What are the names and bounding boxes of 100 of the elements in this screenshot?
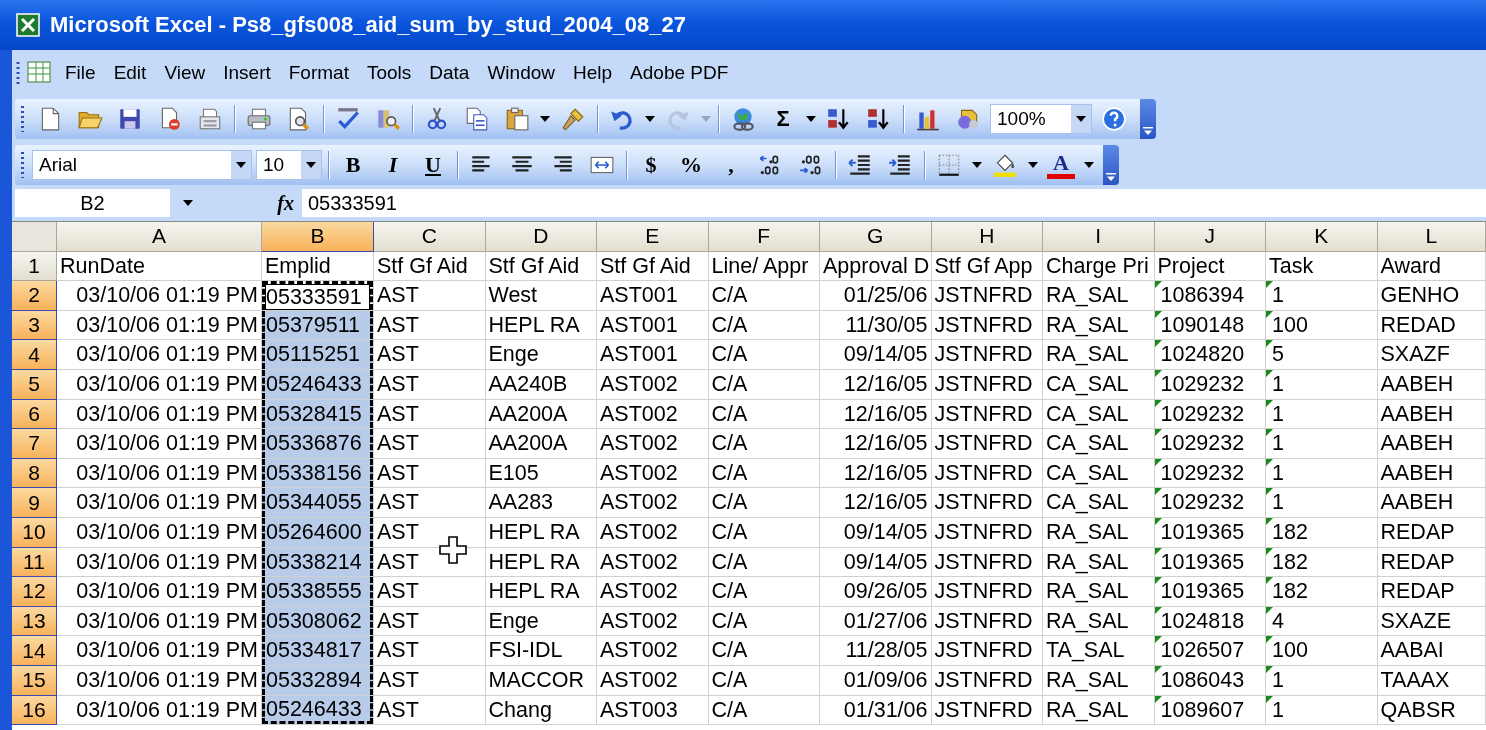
underline-button[interactable]: U [413,146,453,184]
column-header[interactable]: C [374,222,486,252]
error-indicator-icon[interactable] [1154,547,1162,555]
toolbar-options-button[interactable] [1103,145,1119,185]
menu-item[interactable]: Window [478,58,564,88]
error-indicator-icon[interactable] [1266,399,1273,407]
row-header[interactable]: 11 [12,547,57,578]
row-header[interactable]: 9 [12,488,57,518]
print-icon[interactable] [246,106,272,132]
toolbar-grip[interactable] [21,106,24,132]
font-size-dropdown[interactable]: 10 [256,150,322,180]
row-header[interactable]: 14 [12,636,57,666]
column-header[interactable]: A [57,222,262,252]
error-indicator-icon[interactable] [1266,577,1273,585]
row-header[interactable]: 2 [12,281,57,311]
error-indicator-icon[interactable] [1154,369,1162,377]
menu-item[interactable]: Insert [214,58,280,88]
error-indicator-icon[interactable] [1154,695,1162,703]
font-color-button[interactable]: A [1041,146,1081,184]
toolbar-grip[interactable] [21,152,24,178]
row-header[interactable]: 8 [12,458,57,489]
caret-icon[interactable] [972,162,982,168]
borders-icon[interactable] [936,152,962,178]
column-header[interactable]: K [1266,222,1378,252]
caret-icon[interactable] [645,116,655,122]
error-indicator-icon[interactable] [1154,517,1162,525]
globe-link-icon[interactable] [730,106,756,132]
error-indicator-icon[interactable] [1266,281,1273,289]
error-indicator-icon[interactable] [1154,636,1162,644]
caret-icon[interactable] [1028,162,1038,168]
error-indicator-icon[interactable] [1266,429,1273,437]
menu-item[interactable]: Format [279,58,358,88]
caret-icon[interactable] [183,200,193,206]
error-indicator-icon[interactable] [1266,310,1273,318]
menu-item[interactable]: Adobe PDF [621,58,738,88]
row-header[interactable]: 1 [12,251,57,282]
error-indicator-icon[interactable] [1266,606,1273,614]
comma-style-button[interactable]: , [711,146,751,184]
error-indicator-icon[interactable] [1266,665,1273,673]
clipboard-icon[interactable] [504,106,530,132]
error-indicator-icon[interactable] [1154,458,1162,466]
row-header[interactable]: 4 [12,340,57,370]
insert-function-label[interactable]: fx [206,191,302,215]
error-indicator-icon[interactable] [1266,458,1273,466]
row-header[interactable]: 10 [12,517,57,548]
column-header[interactable]: G [820,222,932,252]
error-indicator-icon[interactable] [1266,369,1273,377]
error-indicator-icon[interactable] [1154,665,1162,673]
column-header[interactable]: B [262,222,374,252]
caret-icon[interactable] [306,162,316,168]
percent-button[interactable]: % [671,146,711,184]
paintbrush-icon[interactable] [560,106,586,132]
error-indicator-icon[interactable] [1154,310,1162,318]
chevron-icon[interactable] [1106,173,1116,181]
error-indicator-icon[interactable] [1266,340,1273,348]
error-indicator-icon[interactable] [1154,399,1162,407]
column-header[interactable]: I [1043,222,1155,252]
caret-icon[interactable] [1076,116,1086,122]
row-header[interactable]: 7 [12,429,57,459]
spelling-check-icon[interactable] [335,106,361,132]
menu-item[interactable]: Help [564,58,622,88]
caret-icon[interactable] [806,116,816,122]
error-indicator-icon[interactable] [1266,636,1273,644]
bold-button[interactable]: B [333,146,373,184]
error-indicator-icon[interactable] [1154,606,1162,614]
row-header[interactable]: 15 [12,665,57,696]
error-indicator-icon[interactable] [1154,577,1162,585]
caret-icon[interactable] [540,116,550,122]
row-header[interactable]: 3 [12,310,57,341]
copy-icon[interactable] [464,106,490,132]
decrease-indent-icon[interactable] [847,152,873,178]
caret-icon[interactable] [1084,162,1094,168]
toolbar-options-button[interactable] [1140,99,1156,139]
error-indicator-icon[interactable] [1154,340,1162,348]
menu-item[interactable]: Edit [104,58,156,88]
formula-field[interactable]: 05333591 [302,189,1486,217]
italic-button[interactable]: I [373,146,413,184]
error-indicator-icon[interactable] [1266,517,1273,525]
error-indicator-icon[interactable] [1154,488,1162,496]
mail-document-icon[interactable] [197,106,223,132]
column-header[interactable]: J [1154,222,1266,252]
error-indicator-icon[interactable] [1266,547,1273,555]
error-indicator-icon[interactable] [1154,429,1162,437]
menu-item[interactable]: View [155,58,215,88]
font-dropdown[interactable]: Arial [32,150,252,180]
fill-color-icon[interactable] [992,152,1018,178]
row-header[interactable]: 6 [12,399,57,430]
error-indicator-icon[interactable] [1154,281,1162,289]
autosum-button[interactable]: Σ [763,100,803,138]
menu-item[interactable]: File [56,58,105,88]
currency-button[interactable]: $ [631,146,671,184]
column-header[interactable]: H [931,222,1043,252]
help-icon[interactable] [1101,106,1127,132]
row-header[interactable]: 13 [12,606,57,637]
increase-indent-icon[interactable] [887,152,913,178]
caret-icon[interactable] [236,162,246,168]
row-header[interactable]: 16 [12,695,57,726]
menu-item[interactable]: Tools [357,58,421,88]
save-icon[interactable] [117,106,143,132]
menu-item[interactable]: Data [420,58,479,88]
